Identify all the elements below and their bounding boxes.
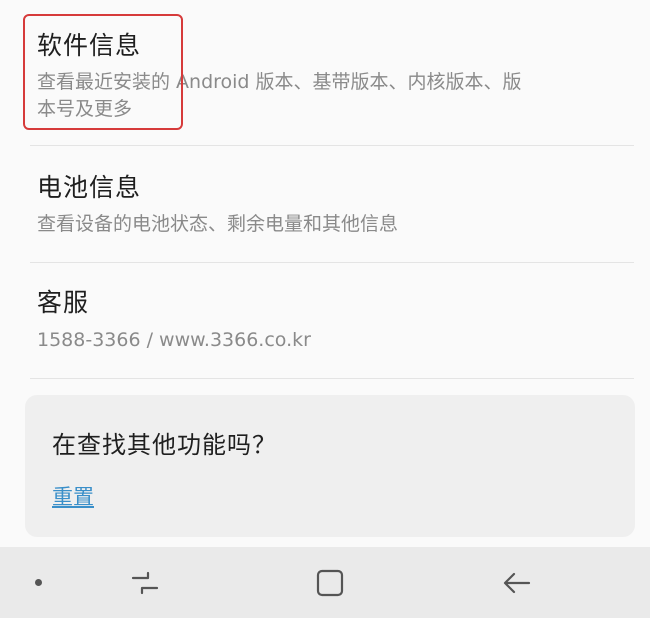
nav-dot-button[interactable] [18, 547, 58, 618]
recent-apps-icon [131, 571, 159, 594]
battery-info-description: 查看设备的电池状态、剩余电量和其他信息 [37, 213, 399, 235]
dot-icon [34, 579, 42, 586]
customer-service-title: 客服 [37, 288, 90, 317]
back-icon [503, 572, 531, 593]
software-info-description-line2: 本号及更多 [37, 98, 133, 120]
software-info-description-line1: 查看最近安装的 Android 版本、基带版本、内核版本、版 [37, 71, 522, 93]
customer-service-item[interactable]: 客服 1588-3366 / www.3366.co.kr [0, 263, 650, 378]
battery-info-title: 电池信息 [37, 173, 142, 202]
suggestion-card: 在查找其他功能吗？ 重置 [25, 395, 635, 537]
home-button[interactable] [300, 547, 360, 618]
divider [30, 378, 634, 379]
settings-screen: 软件信息 查看最近安装的 Android 版本、基带版本、内核版本、版 本号及更… [0, 0, 650, 618]
software-info-title: 软件信息 [37, 31, 142, 60]
reset-link[interactable]: 重置 [52, 481, 94, 511]
navigation-bar [0, 547, 650, 618]
home-icon [316, 569, 344, 596]
battery-info-item[interactable]: 电池信息 查看设备的电池状态、剩余电量和其他信息 [0, 146, 650, 262]
recent-apps-button[interactable] [115, 547, 175, 618]
software-info-item[interactable]: 软件信息 查看最近安装的 Android 版本、基带版本、内核版本、版 本号及更… [0, 0, 650, 145]
customer-service-description: 1588-3366 / www.3366.co.kr [37, 329, 311, 351]
suggestion-card-title: 在查找其他功能吗？ [52, 431, 277, 459]
back-button[interactable] [487, 547, 547, 618]
